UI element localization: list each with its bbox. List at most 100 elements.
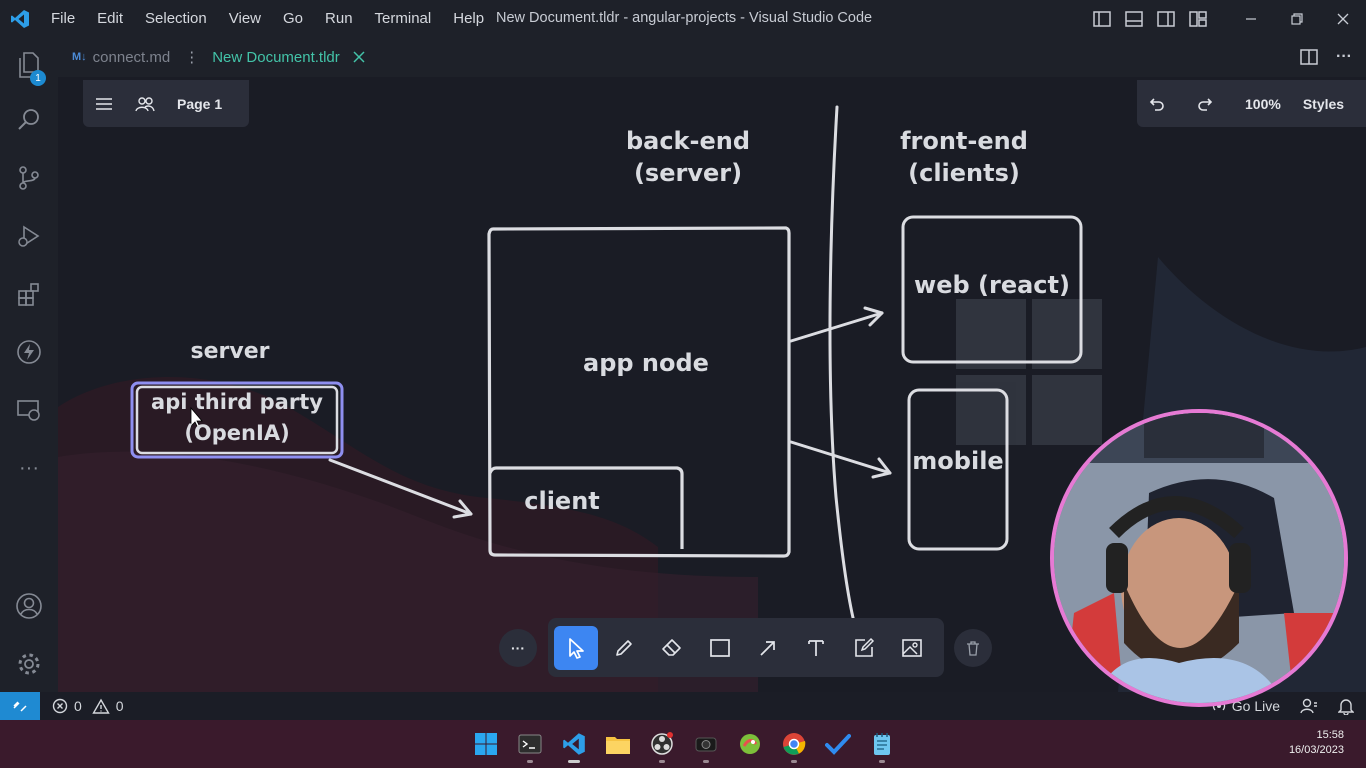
- text-tool[interactable]: [794, 626, 838, 670]
- vscode-app-icon[interactable]: [554, 726, 594, 763]
- mobile-label: mobile: [912, 447, 1004, 475]
- customize-layout-icon[interactable]: [1182, 0, 1214, 37]
- draw-tool[interactable]: [602, 626, 646, 670]
- frontend-label-line1: front-end: [900, 127, 1028, 155]
- divider-line: [828, 105, 856, 624]
- window-title: New Document.tldr - angular-projects - V…: [496, 10, 873, 26]
- menu-view[interactable]: View: [218, 0, 272, 37]
- multiplayer-users-icon[interactable]: [135, 96, 155, 112]
- tab-new-document-tldr[interactable]: New Document.tldr: [198, 37, 380, 77]
- system-clock[interactable]: 15:58 16/03/2023: [1289, 728, 1344, 758]
- select-cursor-icon: [569, 637, 584, 659]
- rectangle-icon: [710, 638, 730, 657]
- menu-terminal[interactable]: Terminal: [364, 0, 443, 37]
- source-control-icon[interactable]: [0, 153, 58, 203]
- menu-selection[interactable]: Selection: [134, 0, 218, 37]
- more-views-icon[interactable]: ···: [0, 443, 58, 493]
- text-icon: [808, 639, 824, 656]
- page-menu-button[interactable]: Page 1: [177, 96, 222, 112]
- settings-gear-icon[interactable]: [0, 639, 58, 689]
- terminal-app-icon[interactable]: [510, 726, 550, 763]
- image-icon: [902, 638, 922, 657]
- running-indicator: [527, 760, 533, 763]
- menu-help[interactable]: Help: [442, 0, 495, 37]
- toggle-secondary-sidebar-icon[interactable]: [1150, 0, 1182, 37]
- obs-app-icon[interactable]: [642, 726, 682, 763]
- tldraw-menu-panel: Page 1: [83, 80, 249, 127]
- menu-run[interactable]: Run: [314, 0, 364, 37]
- trash-icon: [967, 641, 979, 656]
- rectangle-tool[interactable]: [698, 626, 742, 670]
- run-debug-icon[interactable]: [0, 211, 58, 261]
- arrow-tool[interactable]: [746, 626, 790, 670]
- select-tool[interactable]: [554, 625, 598, 670]
- api-label-line1: api third party: [151, 390, 323, 414]
- search-icon[interactable]: [0, 95, 58, 145]
- menu-edit[interactable]: Edit: [86, 0, 134, 37]
- remote-indicator-icon[interactable]: [0, 692, 40, 720]
- remote-explorer-icon[interactable]: [0, 385, 58, 435]
- notifications-bell-icon[interactable]: [1338, 697, 1354, 715]
- explorer-icon[interactable]: 1: [0, 40, 58, 90]
- windows-taskbar: 15:58 16/03/2023: [0, 720, 1366, 768]
- running-indicator: [879, 760, 885, 763]
- warning-count: 0: [115, 698, 124, 714]
- tab-label: connect.md: [92, 48, 171, 66]
- thunder-client-icon[interactable]: [0, 327, 58, 377]
- web-label: web (react): [914, 271, 1070, 299]
- file-explorer-app-icon[interactable]: [598, 726, 638, 762]
- redo-icon[interactable]: [1197, 96, 1213, 112]
- eraser-tool[interactable]: [650, 626, 694, 670]
- more-tools-button[interactable]: ···: [499, 629, 537, 667]
- tab-close-icon[interactable]: [352, 50, 366, 64]
- notepad-app-icon[interactable]: [862, 726, 902, 763]
- minimize-icon[interactable]: [1228, 0, 1274, 37]
- tab-label: New Document.tldr: [212, 48, 340, 66]
- editor-actions: ···: [1300, 37, 1352, 77]
- chameleon-app-icon[interactable]: [730, 726, 770, 762]
- webcam-overlay: [1050, 409, 1348, 707]
- backend-label: back-end (server): [618, 125, 758, 189]
- server-label: server: [190, 339, 270, 364]
- api-label: api third party (OpenIA): [142, 387, 332, 449]
- backend-label-line2: (server): [633, 159, 743, 187]
- feedback-icon[interactable]: [1300, 697, 1318, 715]
- error-icon: [52, 698, 68, 714]
- styles-button[interactable]: Styles: [1303, 96, 1344, 112]
- chrome-app-icon[interactable]: [774, 726, 814, 763]
- markdown-icon: M↓: [72, 51, 87, 63]
- client-label: client: [524, 487, 600, 515]
- menu-file[interactable]: File: [40, 0, 86, 37]
- todo-app-icon[interactable]: [818, 726, 858, 762]
- active-indicator: [568, 760, 580, 763]
- warning-icon: [92, 698, 110, 714]
- accounts-icon[interactable]: [0, 581, 58, 631]
- vscode-logo-icon: [0, 0, 40, 37]
- start-button-icon[interactable]: [466, 726, 506, 762]
- restore-icon[interactable]: [1274, 0, 1320, 37]
- close-icon[interactable]: [1320, 0, 1366, 37]
- clock-date: 16/03/2023: [1288, 744, 1344, 756]
- tab-connect-md[interactable]: M↓ connect.md: [58, 37, 184, 77]
- arrow-app-to-mobile: [789, 440, 892, 475]
- delete-button[interactable]: [954, 629, 992, 667]
- toggle-primary-sidebar-icon[interactable]: [1086, 0, 1118, 37]
- split-editor-icon[interactable]: [1300, 49, 1318, 65]
- undo-icon[interactable]: [1149, 96, 1165, 112]
- explorer-badge: 1: [30, 70, 46, 86]
- sticky-note-tool[interactable]: [842, 626, 886, 670]
- menu-go[interactable]: Go: [272, 0, 314, 37]
- more-actions-icon[interactable]: ···: [1336, 48, 1352, 66]
- frontend-label-line2: (clients): [908, 159, 1020, 187]
- problems-indicator[interactable]: 0 0: [52, 698, 124, 714]
- toggle-panel-icon[interactable]: [1118, 0, 1150, 37]
- image-tool[interactable]: [890, 626, 934, 670]
- extensions-icon[interactable]: [0, 269, 58, 319]
- zoom-level-button[interactable]: 100%: [1245, 96, 1281, 112]
- hamburger-menu-icon[interactable]: [95, 97, 113, 111]
- arrow-icon: [760, 640, 775, 656]
- running-indicator: [791, 760, 797, 763]
- tldraw-toolbar: [548, 618, 944, 677]
- camera-app-icon[interactable]: [686, 726, 726, 763]
- vertical-ellipsis-icon: ⋮: [184, 49, 200, 66]
